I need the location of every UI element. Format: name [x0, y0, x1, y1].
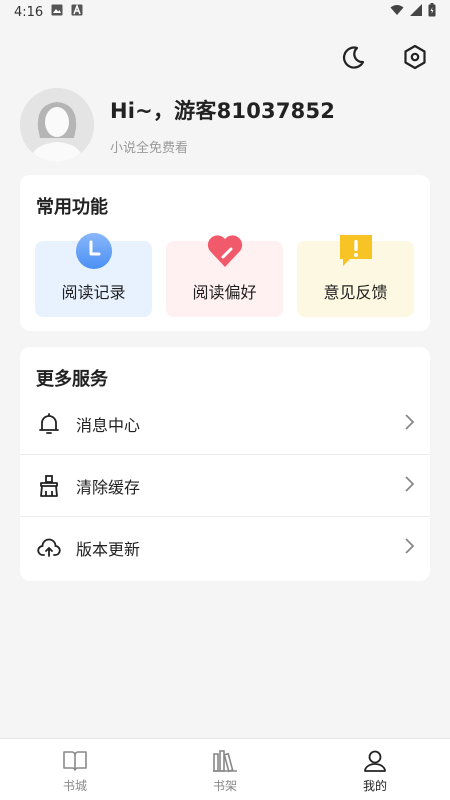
status-bar: 4:16 [0, 0, 450, 24]
user-icon [364, 750, 386, 772]
tile-label: 阅读偏好 [192, 283, 257, 302]
bookshelf-icon [213, 750, 237, 773]
service-label: 消息中心 [76, 416, 141, 435]
moon-icon [342, 46, 365, 69]
broom-icon [36, 473, 62, 499]
avatar[interactable] [20, 88, 94, 162]
common-functions-card: 常用功能 阅读记录 阅读偏好 意见反馈 [20, 175, 430, 331]
feedback-tile[interactable]: 意见反馈 [297, 235, 414, 317]
tile-label: 阅读记录 [61, 283, 126, 302]
greeting-text: Hi~，游客81037852 [110, 98, 336, 123]
message-center-item[interactable]: 消息中心 [20, 393, 430, 455]
alert-bubble-icon [339, 235, 372, 266]
upload-cloud-icon [36, 535, 62, 561]
reading-history-tile[interactable]: 阅读记录 [35, 233, 152, 317]
tab-label: 我的 [362, 779, 387, 793]
version-update-item[interactable]: 版本更新 [20, 517, 430, 579]
settings-button[interactable] [400, 42, 430, 72]
tab-label: 书城 [62, 779, 87, 793]
chevron-right-icon [404, 414, 415, 434]
service-label: 清除缓存 [76, 478, 141, 497]
tab-bookshelf[interactable]: 书架 [150, 739, 300, 800]
chevron-right-icon [404, 538, 415, 558]
tab-label: 书架 [212, 779, 237, 793]
clock-icon [75, 233, 112, 269]
a-icon [71, 3, 83, 20]
more-services-card: 更多服务 消息中心 清除缓存 版本更新 [20, 347, 430, 581]
battery-icon [428, 3, 436, 21]
night-mode-button[interactable] [338, 42, 368, 72]
tile-label: 意见反馈 [323, 283, 388, 302]
service-label: 版本更新 [76, 540, 141, 559]
signal-icon [410, 4, 422, 20]
profile-header[interactable]: Hi~，游客81037852 小说全免费看 [20, 86, 430, 164]
top-actions [338, 42, 430, 72]
tab-mine[interactable]: 我的 [300, 739, 450, 800]
section-title: 更多服务 [36, 369, 108, 390]
bell-icon [36, 411, 62, 437]
bottom-tab-bar: 书城 书架 我的 [0, 738, 450, 800]
section-title: 常用功能 [36, 197, 108, 218]
book-icon [63, 751, 87, 771]
chevron-right-icon [404, 476, 415, 496]
clear-cache-item[interactable]: 清除缓存 [20, 455, 430, 517]
wifi-icon [390, 4, 404, 20]
status-time: 4:16 [14, 4, 44, 20]
reading-preference-tile[interactable]: 阅读偏好 [166, 235, 283, 317]
default-avatar-icon [20, 88, 94, 162]
settings-icon [404, 44, 426, 70]
heart-icon [207, 235, 242, 267]
image-icon [51, 4, 63, 20]
tab-bookstore[interactable]: 书城 [0, 739, 150, 800]
profile-subtitle: 小说全免费看 [110, 140, 189, 156]
